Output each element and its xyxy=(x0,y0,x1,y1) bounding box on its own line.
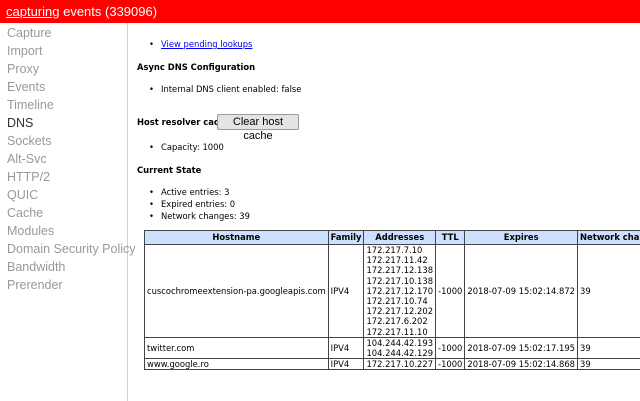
expired-entries-item: Expired entries: 0 xyxy=(148,198,250,210)
tab-proxy[interactable]: Proxy xyxy=(7,62,39,76)
expires-cell: 2018-07-09 15:02:14.872 xyxy=(464,244,578,338)
address: 104.244.42.193 xyxy=(366,337,434,348)
sidebar-nav: Capture Import Proxy Events Timeline DNS Socke… xyxy=(0,23,136,401)
expires-cell: 2018-07-09 15:02:14.868 xyxy=(464,358,578,371)
async-dns-heading: Async DNS Configuration xyxy=(137,62,256,72)
async-dns-list: Internal DNS client enabled: false xyxy=(148,83,301,95)
active-entries-item: Active entries: 3 xyxy=(148,186,250,198)
hostname-header: Hostname xyxy=(144,230,329,245)
tab-import[interactable]: Import xyxy=(7,44,42,58)
network-changes-cell: 39 xyxy=(577,336,640,360)
table-row: www.google.ro IPV4 172.217.10.227 -1000 2018… xyxy=(144,358,640,371)
event-count: events (339096) xyxy=(59,4,158,19)
network-changes-cell: 39 xyxy=(577,358,640,371)
address: 172.217.6.202 xyxy=(366,316,428,327)
address: 172.217.10.227 xyxy=(366,359,434,370)
tab-dns[interactable]: DNS xyxy=(7,116,33,130)
tab-alt-svc[interactable]: Alt-Svc xyxy=(7,152,47,166)
ttl-cell: -1000 xyxy=(435,358,466,371)
family-cell: IPV4 xyxy=(327,358,365,371)
address: 172.217.12.202 xyxy=(366,306,434,317)
address: 104.244.42.129 xyxy=(366,348,434,359)
tab-capture[interactable]: Capture xyxy=(7,26,51,40)
tab-prerender[interactable]: Prerender xyxy=(7,278,63,292)
family-cell: IPV4 xyxy=(327,244,365,338)
ttl-cell: -1000 xyxy=(435,336,466,360)
addresses-cell: 172.217.10.227 xyxy=(363,358,437,371)
tab-quic[interactable]: QUIC xyxy=(7,188,38,202)
tab-timeline[interactable]: Timeline xyxy=(7,98,54,112)
tab-http2[interactable]: HTTP/2 xyxy=(7,170,50,184)
address: 172.217.7.10 xyxy=(366,245,423,255)
network-changes-item: Network changes: 39 xyxy=(148,210,250,222)
network-changes-cell: 39 xyxy=(577,244,640,338)
current-state-heading: Current State xyxy=(137,165,202,175)
hostname-cell: www.google.ro xyxy=(144,358,329,371)
internal-dns-status: Internal DNS client enabled: false xyxy=(148,83,301,95)
address: 172.217.12.170 xyxy=(366,285,434,296)
view-pending-lookups-link[interactable]: View pending lookups xyxy=(161,39,252,49)
list-item: View pending lookups xyxy=(148,38,252,50)
tab-modules[interactable]: Modules xyxy=(7,224,54,238)
addresses-header: Addresses xyxy=(363,230,437,245)
current-state-list: Active entries: 3 Expired entries: 0 Net… xyxy=(148,186,250,222)
address: 172.217.11.10 xyxy=(366,326,428,337)
hostname-cell: twitter.com xyxy=(144,336,329,360)
addresses-cell: 172.217.7.10 172.217.11.42 172.217.12.138 1… xyxy=(363,244,437,338)
address: 172.217.12.138 xyxy=(366,265,434,276)
tab-cache[interactable]: Cache xyxy=(7,206,43,220)
address: 172.217.11.42 xyxy=(366,255,428,266)
capture-status-bar: capturing events (339096) xyxy=(0,0,640,23)
table-header-row: Hostname Family Addresses TTL Expires Ne… xyxy=(144,230,640,245)
host-cache-table: Hostname Family Addresses TTL Expires Ne… xyxy=(144,230,640,371)
tab-sockets[interactable]: Sockets xyxy=(7,134,51,148)
expires-cell: 2018-07-09 15:02:17.195 xyxy=(464,336,578,360)
table-row: twitter.com IPV4 104.244.42.193 104.244.42.… xyxy=(144,336,640,360)
capturing-link[interactable]: capturing xyxy=(6,4,59,19)
dns-view: View pending lookups Async DNS Configura… xyxy=(137,23,640,401)
addresses-cell: 104.244.42.193 104.244.42.129 xyxy=(363,336,437,360)
family-header: Family xyxy=(327,230,365,245)
ttl-cell: -1000 xyxy=(435,244,466,338)
tab-events[interactable]: Events xyxy=(7,80,45,94)
table-row: cuscochromeextension-pa.googleapis.com IP… xyxy=(144,244,640,338)
capacity-item: Capacity: 1000 xyxy=(148,141,224,153)
ttl-header: TTL xyxy=(435,230,466,245)
tab-domain-security-policy[interactable]: Domain Security Policy xyxy=(7,242,136,256)
pending-list: View pending lookups xyxy=(148,38,252,50)
clear-host-cache-button[interactable]: Clear host cache xyxy=(217,114,299,142)
address: 172.217.10.74 xyxy=(366,296,428,307)
tab-bandwidth[interactable]: Bandwidth xyxy=(7,260,65,274)
cache-info-list: Capacity: 1000 xyxy=(148,141,224,153)
family-cell: IPV4 xyxy=(327,336,365,360)
hostname-cell: cuscochromeextension-pa.googleapis.com xyxy=(144,244,329,338)
network-changes-header: Network changes xyxy=(577,230,640,245)
address: 172.217.10.138 xyxy=(366,275,434,286)
expires-header: Expires xyxy=(464,230,578,245)
